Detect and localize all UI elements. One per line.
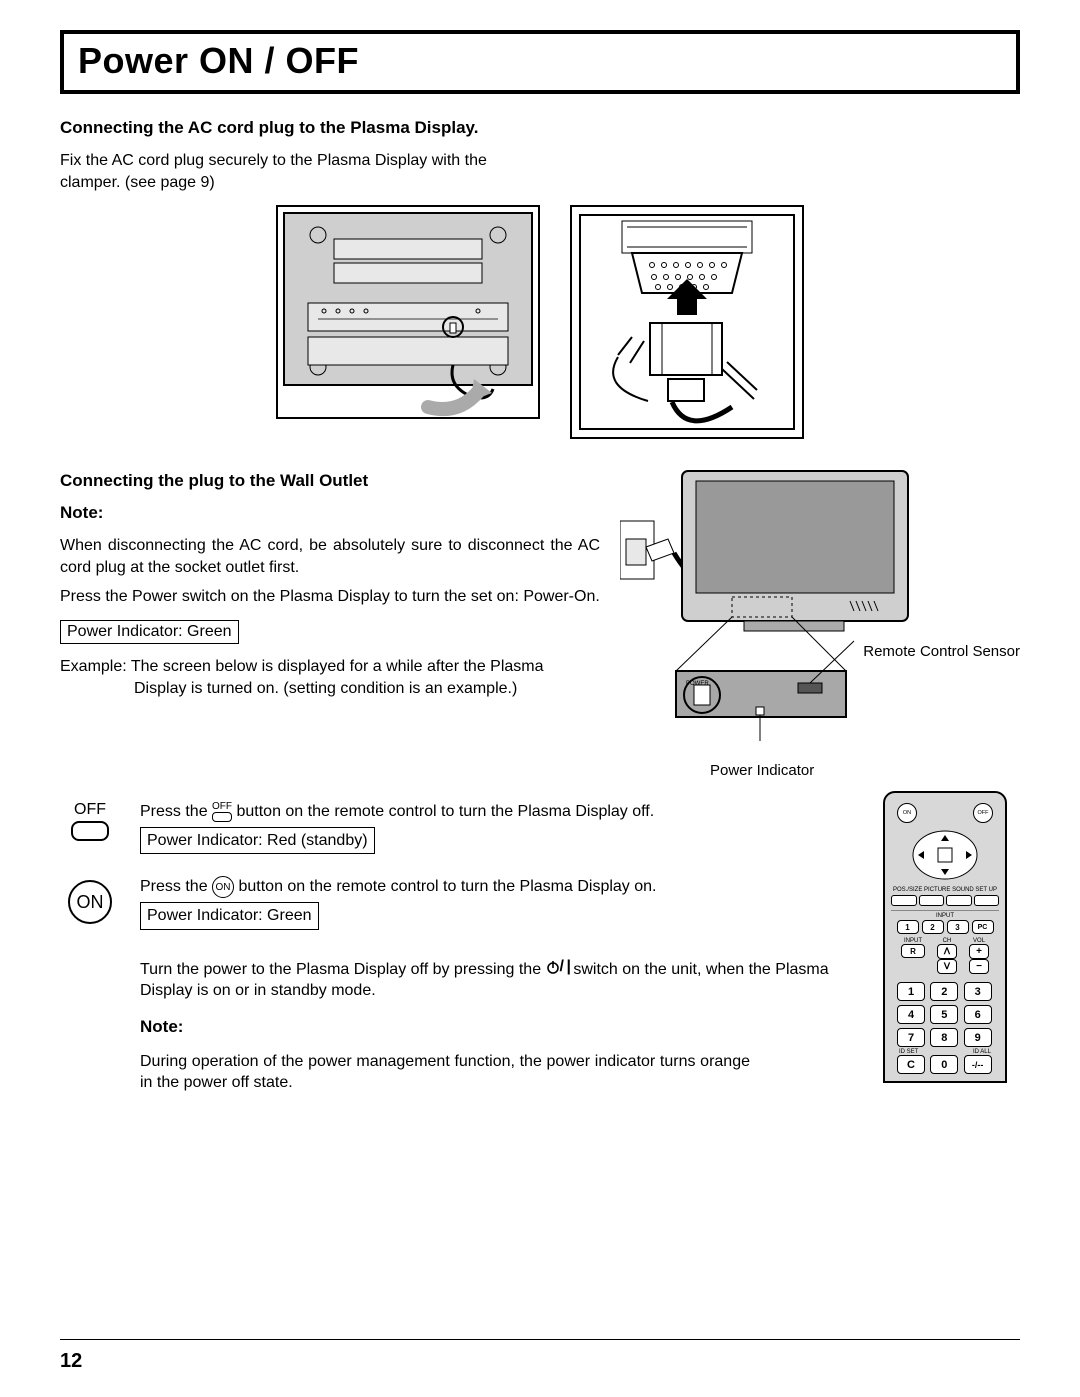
remote-label: PICTURE: [924, 887, 950, 893]
on-press-text: Press the ON button on the remote contro…: [140, 876, 850, 898]
remote-voldown-btn: −: [969, 959, 989, 974]
inline-off-icon: OFF: [212, 802, 232, 822]
inline-on-icon: ON: [212, 876, 234, 898]
turn-off-text: Turn the power to the Plasma Display off…: [140, 956, 850, 1002]
page-title-box: Power ON / OFF: [60, 30, 1020, 94]
remote-chup-btn: ᐱ: [937, 944, 957, 959]
remote-off-button: OFF: [973, 803, 993, 823]
note-label: Note:: [60, 503, 600, 523]
remote-label: SET UP: [975, 887, 997, 893]
figure-connector-closeup: [570, 205, 804, 439]
remote-num-btn: -/--: [964, 1055, 992, 1074]
indicator-green-1: Power Indicator: Green: [60, 620, 239, 644]
section1-heading: Connecting the AC cord plug to the Plasm…: [60, 118, 1020, 138]
figure-tv-outlet: POWER: [620, 463, 915, 763]
indicator-green-2: Power Indicator: Green: [140, 902, 319, 930]
remote-num-btn: 0: [930, 1055, 958, 1074]
remote-num-btn: 4: [897, 1005, 925, 1024]
page-footer: 12: [60, 1339, 1020, 1373]
remote-on-button: ON: [897, 803, 917, 823]
example-body: The screen below is displayed for a whil…: [131, 658, 544, 697]
press-power-text: Press the Power switch on the Plasma Dis…: [60, 586, 600, 608]
remote-num-btn: C: [897, 1055, 925, 1074]
section1-body: Fix the AC cord plug securely to the Pla…: [60, 150, 530, 193]
remote-volup-btn: +: [969, 944, 989, 959]
off-icon-label: OFF: [60, 801, 120, 819]
example-text: Example: The screen below is displayed f…: [60, 656, 600, 699]
remote-num-btn: 8: [930, 1028, 958, 1047]
remote-num-btn: 9: [964, 1028, 992, 1047]
page-title: Power ON / OFF: [78, 40, 359, 81]
remote-input-btn: 3: [947, 920, 969, 934]
remote-num-btn: 7: [897, 1028, 925, 1047]
remote-num-btn: 6: [964, 1005, 992, 1024]
remote-input-label: INPUT: [891, 910, 999, 919]
figure-remote-control: ON OFF POS./SIZE PICTURE: [883, 791, 1007, 1083]
remote-pc-btn: PC: [972, 920, 994, 934]
page-number: 12: [60, 1350, 82, 1372]
remote-label: SOUND: [952, 887, 974, 893]
note2-label: Note:: [140, 1016, 850, 1039]
remote-chdown-btn: ᐯ: [937, 959, 957, 974]
indicator-red: Power Indicator: Red (standby): [140, 827, 375, 855]
on-button-icon: ON: [68, 880, 112, 924]
standby-switch-icon: / |: [546, 956, 569, 978]
svg-text:POWER: POWER: [686, 681, 709, 687]
remote-r-btn: R: [901, 944, 925, 958]
example-prefix: Example:: [60, 658, 131, 675]
remote-num-btn: 3: [964, 982, 992, 1001]
section2-heading: Connecting the plug to the Wall Outlet: [60, 471, 600, 491]
remote-label: POS./SIZE: [893, 887, 922, 893]
off-press-text: Press the OFF button on the remote contr…: [140, 801, 850, 823]
note-body: When disconnecting the AC cord, be absol…: [60, 535, 600, 578]
label-power-indicator: Power Indicator: [710, 762, 1020, 779]
remote-num-btn: 1: [897, 982, 925, 1001]
figure-row-1: [60, 205, 1020, 439]
off-row: OFF Press the OFF button on the remote c…: [60, 801, 850, 862]
on-row: ON Press the ON button on the remote con…: [60, 876, 850, 938]
remote-num-btn: 2: [930, 982, 958, 1001]
remote-dpad-icon: [910, 829, 980, 881]
remote-input-btn: 1: [897, 920, 919, 934]
remote-input-btn: 2: [922, 920, 944, 934]
figure-display-back: [276, 205, 540, 419]
note2-body: During operation of the power management…: [140, 1051, 750, 1094]
off-button-icon: [71, 821, 109, 841]
remote-num-btn: 5: [930, 1005, 958, 1024]
